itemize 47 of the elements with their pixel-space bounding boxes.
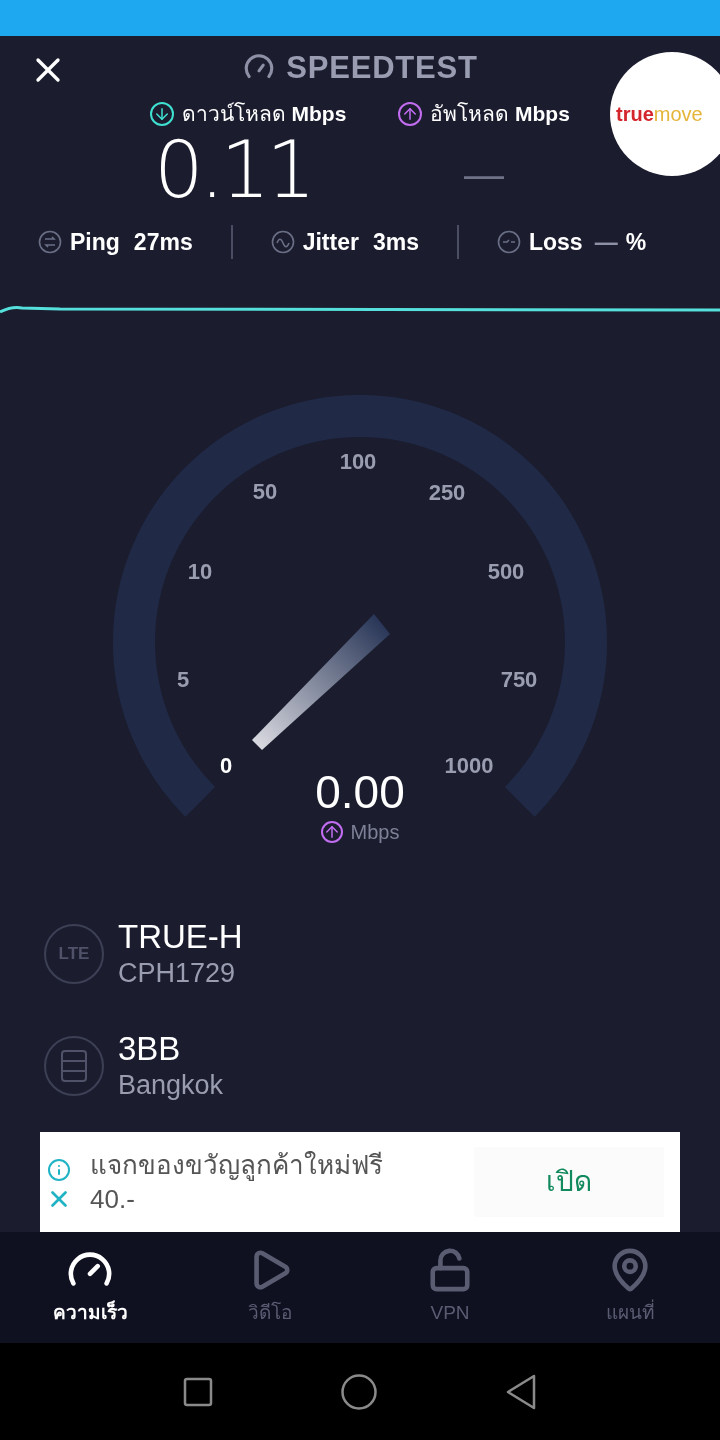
scale-label: 10 xyxy=(187,557,213,586)
network-badge: LTE xyxy=(44,924,104,984)
gauge-reading: 0.00 xyxy=(315,767,405,817)
scale-label: 750 xyxy=(500,665,538,694)
padlock-icon xyxy=(427,1247,473,1294)
ad-text: 40.- xyxy=(90,1183,136,1216)
scale-label: 1000 xyxy=(444,751,494,780)
scale-label: 5 xyxy=(176,665,190,694)
scale-label: 0 xyxy=(219,751,233,780)
connection-name: TRUE-H xyxy=(118,918,243,956)
server-badge xyxy=(44,1036,104,1096)
home-icon[interactable] xyxy=(340,1372,378,1411)
stat-unit: % xyxy=(625,227,647,257)
ad-text: แจกของขวัญลูกค้าใหม่ฟรี xyxy=(90,1149,384,1182)
connection-detail: CPH1729 xyxy=(118,957,237,990)
result-label: อัพโหลด Mbps xyxy=(430,101,570,128)
connection-detail: Bangkok xyxy=(118,1069,224,1102)
stat-value: — xyxy=(594,227,618,257)
stat-label: Jitter xyxy=(302,227,359,257)
result-label: ดาวน์โหลด Mbps xyxy=(181,101,347,128)
download-icon xyxy=(149,102,174,126)
stat-value: 3ms xyxy=(372,227,419,257)
result-value: — xyxy=(464,151,504,198)
scale-label: 250 xyxy=(428,478,466,507)
nav-tab[interactable]: ความเร็ว xyxy=(0,1232,180,1343)
scale-label: 100 xyxy=(339,447,377,476)
connection-name: 3BB xyxy=(118,1030,182,1068)
carrier-logo: truemove xyxy=(610,52,720,176)
upload-icon xyxy=(398,102,423,126)
scale-label: 500 xyxy=(487,557,525,586)
back-icon[interactable] xyxy=(504,1373,537,1410)
ping-icon xyxy=(38,230,62,254)
open-button[interactable]: เปิด xyxy=(474,1147,664,1217)
stat-label: Loss xyxy=(528,227,583,257)
recent-apps-icon[interactable] xyxy=(183,1376,214,1407)
result-value: 0.11 xyxy=(153,132,313,208)
app-title: SPEEDTEST xyxy=(286,48,478,87)
nav-tab[interactable]: VPN xyxy=(360,1232,540,1343)
scale-label: 50 xyxy=(252,477,278,506)
loss-icon xyxy=(496,230,521,254)
stat-label: Ping xyxy=(70,227,120,257)
upload-icon xyxy=(320,821,343,843)
wave-icon xyxy=(270,230,295,254)
gauge-unit: Mbps xyxy=(350,820,400,845)
nav-tab[interactable]: วิดีโอ xyxy=(180,1232,360,1343)
stat-value: 27ms xyxy=(133,227,193,257)
nav-tab[interactable]: แผนที่ xyxy=(540,1232,720,1343)
